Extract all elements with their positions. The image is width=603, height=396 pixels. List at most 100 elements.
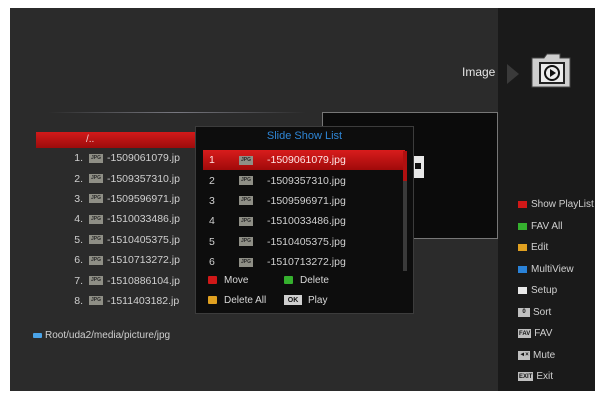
legend-label: Edit [531,242,549,254]
scrollbar-thumb[interactable] [403,151,407,181]
legend-show-playlist[interactable]: Show PlayList [518,194,595,216]
jpg-icon: JPG [89,214,103,224]
file-name: -1511403182.jp [107,294,180,307]
playlist-item[interactable]: 2 JPG -1509357310.jpg [203,170,405,190]
delete-action[interactable]: Delete [284,275,360,286]
file-name: -1509357310.jp [107,172,180,185]
green-key-icon [518,222,527,230]
jpg-icon: JPG [89,276,103,286]
tv-screen: Image /.. 1. JPG -1509061079.jp 2. JPG -… [10,8,595,391]
legend-multiview[interactable]: MultiView [518,259,595,281]
jpg-icon: JPG [89,194,103,204]
file-index: 5. [74,233,83,246]
playlist-index: 3 [209,194,215,207]
playlist-index: 1 [209,154,215,167]
action-row: Move Delete [208,270,404,290]
jpg-icon: JPG [89,296,103,306]
jpg-icon: JPG [239,196,253,206]
file-row[interactable]: 4. JPG -1510033486.jp [36,209,206,229]
parent-dir-row[interactable]: /.. [36,132,206,148]
playlist-item[interactable]: 3 JPG -1509596971.jpg [203,191,405,211]
jpg-icon: JPG [89,153,103,163]
legend-label: Show PlayList [531,199,594,211]
file-name: -1510033486.jp [107,213,180,226]
zero-key-icon: 0 [518,307,530,317]
jpg-icon: JPG [239,257,253,267]
playlist-item[interactable]: 5 JPG -1510405375.jpg [203,232,405,252]
red-key-icon [518,201,527,209]
dialog-title: Slide Show List [266,130,343,142]
file-row[interactable]: 6. JPG -1510713272.jp [36,250,206,270]
file-name: -1509061079.jp [107,152,180,165]
divider [48,112,306,113]
jpg-icon: JPG [89,255,103,265]
action-label: Move [224,274,249,286]
green-key-icon [284,276,293,284]
dialog-actions: Move Delete Delete All OK Play [208,270,404,310]
file-index: 2. [74,172,83,185]
jpg-icon: JPG [239,176,253,186]
playlist-file-name: -1509061079.jpg [267,154,346,167]
file-row[interactable]: 1. JPG -1509061079.jp [36,148,206,168]
legend-label: Setup [531,285,558,297]
legend-label: Sort [533,306,552,318]
delete-all-action[interactable]: Delete All [208,295,284,306]
slide-show-list-dialog: Slide Show List 1 JPG -1509061079.jpg 2 … [195,126,414,314]
legend-label: MultiView [531,263,574,275]
playlist-file-name: -1509357310.jpg [267,174,346,187]
action-label: Delete [300,274,329,286]
file-name: -1510405375.jp [107,233,180,246]
legend-label: Mute [533,349,556,361]
red-key-icon [208,276,217,284]
playlist-index: 5 [209,235,215,248]
move-action[interactable]: Move [208,275,284,286]
white-key-icon [518,287,527,295]
yellow-key-icon [208,296,217,304]
playlist-index: 2 [209,174,215,187]
file-row[interactable]: 8. JPG -1511403182.jp [36,291,206,311]
legend-edit[interactable]: Edit [518,237,595,259]
file-row[interactable]: 2. JPG -1509357310.jp [36,168,206,188]
playlist-file-name: -1510713272.jpg [267,256,346,269]
play-action[interactable]: OK Play [284,295,360,306]
title-arrow-icon [507,64,519,84]
playlist-index: 4 [209,215,215,228]
legend-fav-all[interactable]: FAV All [518,216,595,238]
current-path: Root/uda2/media/picture/jpg [45,330,171,341]
legend-label: FAV All [531,220,563,232]
playlist-item[interactable]: 1 JPG -1509061079.jpg [203,150,405,171]
playlist-file-name: -1510033486.jpg [267,215,346,228]
playlist-file-name: -1509596971.jpg [267,194,346,207]
action-label: Delete All [224,294,267,306]
file-row[interactable]: 7. JPG -1510886104.jp [36,270,206,290]
playlist-file-name: -1510405375.jpg [267,235,346,248]
legend-label: Exit [536,371,554,383]
file-index: 8. [74,294,83,307]
file-index: 3. [74,192,83,205]
legend-setup[interactable]: Setup [518,280,595,302]
file-index: 4. [74,213,83,226]
path-status: Root/uda2/media/picture/jpg [33,330,170,341]
playlist-scrollbar[interactable] [403,151,407,271]
yellow-key-icon [518,244,527,252]
file-index: 1. [74,152,83,165]
action-label: Play [308,294,328,306]
file-row[interactable]: 3. JPG -1509596971.jp [36,189,206,209]
legend-sort[interactable]: 0 Sort [518,302,595,324]
playlist-item[interactable]: 4 JPG -1510033486.jpg [203,211,405,231]
file-name: -1509596971.jp [107,192,180,205]
legend-fav[interactable]: FAV FAV [518,323,595,345]
fav-key-icon: FAV [518,329,532,339]
page-title: Image [462,65,496,79]
file-index: 7. [74,274,83,287]
file-list: /.. 1. JPG -1509061079.jp 2. JPG -150935… [36,132,206,311]
mute-key-icon: ◄× [518,350,530,360]
exit-key-icon: EXIT [518,372,534,382]
jpg-icon: JPG [239,237,253,247]
file-row[interactable]: 5. JPG -1510405375.jp [36,230,206,250]
file-index: 6. [74,254,83,267]
legend-exit[interactable]: EXIT Exit [518,366,595,388]
legend-mute[interactable]: ◄× Mute [518,345,595,367]
legend-label: FAV [534,328,553,340]
blue-key-icon [518,265,527,273]
